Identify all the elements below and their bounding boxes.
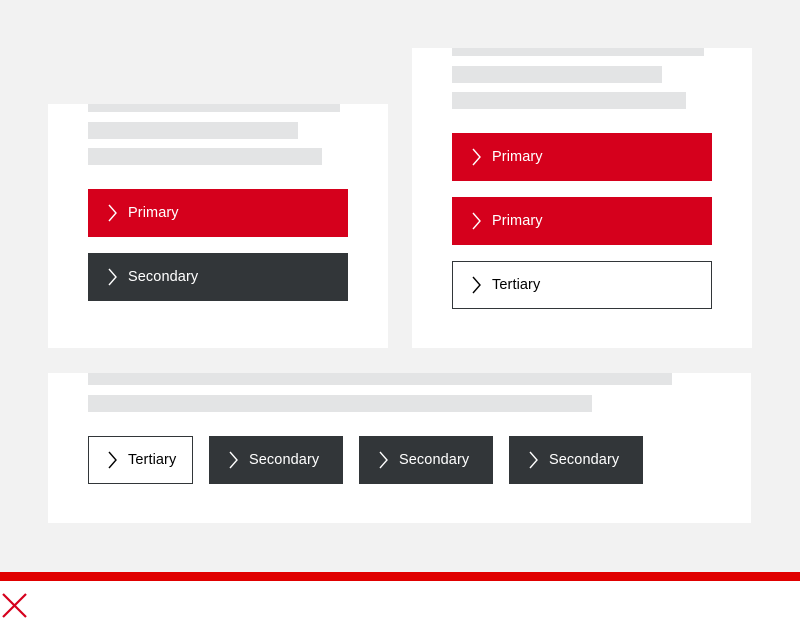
skeleton-line: [88, 148, 322, 165]
primary-button[interactable]: Primary: [452, 197, 712, 245]
skeleton-line: [88, 373, 672, 385]
chevron-right-icon: [379, 451, 388, 469]
tertiary-button-label: Tertiary: [128, 452, 177, 468]
skeleton-line: [88, 104, 340, 112]
secondary-button-label: Secondary: [549, 452, 620, 468]
x-mark-icon: [2, 593, 27, 618]
chevron-right-icon: [108, 268, 117, 286]
skeleton-line: [88, 122, 298, 139]
primary-button[interactable]: Primary: [88, 189, 348, 237]
primary-button-label: Primary: [492, 149, 543, 165]
secondary-button-label: Secondary: [399, 452, 470, 468]
primary-button-label: Primary: [492, 213, 543, 229]
chevron-right-icon: [529, 451, 538, 469]
chevron-right-icon: [229, 451, 238, 469]
secondary-button-label: Secondary: [249, 452, 320, 468]
skeleton-line: [452, 92, 686, 109]
skeleton-line: [452, 66, 662, 83]
chevron-right-icon: [108, 204, 117, 222]
card-bottom: Tertiary Secondary Secondary Secondary: [48, 373, 751, 523]
footer-strip: [0, 581, 800, 621]
tertiary-button[interactable]: Tertiary: [88, 436, 193, 484]
primary-button[interactable]: Primary: [452, 133, 712, 181]
chevron-right-icon: [472, 276, 481, 294]
tertiary-button-label: Tertiary: [492, 277, 541, 293]
secondary-button[interactable]: Secondary: [359, 436, 493, 484]
card-right: Primary Primary Tertiary: [412, 48, 752, 348]
chevron-right-icon: [472, 212, 481, 230]
secondary-button-label: Secondary: [128, 269, 199, 285]
skeleton-line: [452, 48, 704, 56]
tertiary-button[interactable]: Tertiary: [452, 261, 712, 309]
chevron-right-icon: [108, 451, 117, 469]
chevron-right-icon: [472, 148, 481, 166]
secondary-button[interactable]: Secondary: [209, 436, 343, 484]
red-divider-bar: [0, 572, 800, 581]
primary-button-label: Primary: [128, 205, 179, 221]
secondary-button[interactable]: Secondary: [88, 253, 348, 301]
secondary-button[interactable]: Secondary: [509, 436, 643, 484]
skeleton-line: [88, 395, 592, 412]
card-left: Primary Secondary: [48, 104, 388, 348]
